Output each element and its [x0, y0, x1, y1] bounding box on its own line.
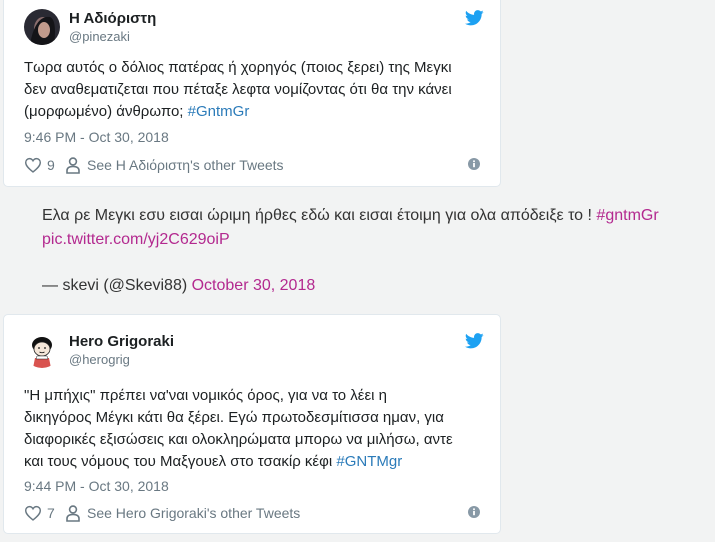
blockquote-date-link[interactable]: October 30, 2018: [192, 277, 316, 294]
tweet-actions: 9 See Η Αδιόριστη's other Tweets: [24, 155, 480, 175]
tweet-actions: 7 See Hero Grigoraki's other Tweets: [24, 503, 480, 523]
hashtag-link[interactable]: #gntmGr: [596, 207, 658, 224]
like-button[interactable]: 9: [24, 155, 55, 175]
like-count: 7: [47, 505, 55, 521]
handle[interactable]: @pinezaki: [69, 28, 156, 45]
profile-link[interactable]: See Η Αδιόριστη's other Tweets: [66, 155, 284, 175]
twitter-bird-icon[interactable]: [465, 333, 484, 349]
avatar[interactable]: [24, 9, 60, 45]
like-count: 9: [47, 157, 55, 173]
pic-link[interactable]: pic.twitter.com/yj2C629oiP: [42, 228, 715, 252]
profile-link-label: See Hero Grigoraki's other Tweets: [87, 505, 301, 521]
tweet-text: Τωρα αυτός ο δόλιος πατέρας ή χορηγός (π…: [24, 57, 494, 123]
tweet-text-line: δεν αναθεματιζεται που πέταξε λεφτα νομί…: [24, 81, 452, 98]
tweet-header: Η Αδιόριστη @pinezaki: [24, 9, 484, 45]
tweet-text-line: Τωρα αυτός ο δόλιος πατέρας ή χορηγός (π…: [24, 59, 452, 76]
tweet-timestamp[interactable]: 9:46 PM - Oct 30, 2018: [24, 128, 169, 146]
tweet-text-line: δικηγόρος Μέγκι κάτι θα ξέρει. Εγώ πρωτο…: [24, 409, 444, 426]
blockquote-text: Ελα ρε Μεγκι εσυ εισαι ώριμη ήρθες εδώ κ…: [42, 207, 597, 224]
tweet-header: Hero Grigoraki @herogrig: [24, 332, 484, 368]
tweet-card-pinezaki: Η Αδιόριστη @pinezaki Τωρα αυτός ο δόλιο…: [3, 0, 501, 187]
display-name[interactable]: Hero Grigoraki: [69, 332, 174, 351]
hashtag-link[interactable]: #GNTMgr: [336, 453, 402, 470]
tweet-card-herogrig: Hero Grigoraki @herogrig "Η μπήχις" πρέπ…: [3, 314, 501, 534]
tweet-timestamp[interactable]: 9:44 PM - Oct 30, 2018: [24, 477, 169, 495]
avatar[interactable]: [24, 332, 60, 368]
heart-icon: [24, 505, 42, 521]
tweet-text-line: "Η μπήχις" πρέπει να'ναι νομικός όρος, γ…: [24, 387, 388, 404]
twitter-bird-icon[interactable]: [465, 10, 484, 26]
info-icon[interactable]: [468, 158, 480, 170]
like-button[interactable]: 7: [24, 503, 55, 523]
tweet-text-line: και τους νόμους του Μαξγουελ στο τσακίρ …: [24, 453, 337, 470]
heart-icon: [24, 157, 42, 173]
tweet-text: "Η μπήχις" πρέπει να'ναι νομικός όρος, γ…: [24, 385, 494, 473]
profile-link-label: See Η Αδιόριστη's other Tweets: [87, 157, 284, 173]
person-icon: [66, 156, 80, 174]
display-name[interactable]: Η Αδιόριστη: [69, 9, 156, 28]
hashtag-link[interactable]: #GntmGr: [188, 103, 250, 120]
embedded-tweet-blockquote: Ελα ρε Μεγκι εσυ εισαι ώριμη ήρθες εδώ κ…: [42, 204, 715, 294]
tweet-text-line: (μορφωμένο) άνθρωπο;: [24, 103, 188, 120]
blockquote-attribution: — skevi (@Skevi88): [42, 277, 192, 294]
person-icon: [66, 504, 80, 522]
profile-link[interactable]: See Hero Grigoraki's other Tweets: [66, 503, 300, 523]
tweet-text-line: διαφορικές εξισώσεις και ολοκληρώματα μπ…: [24, 431, 453, 448]
handle[interactable]: @herogrig: [69, 351, 174, 368]
info-icon[interactable]: [468, 506, 480, 518]
